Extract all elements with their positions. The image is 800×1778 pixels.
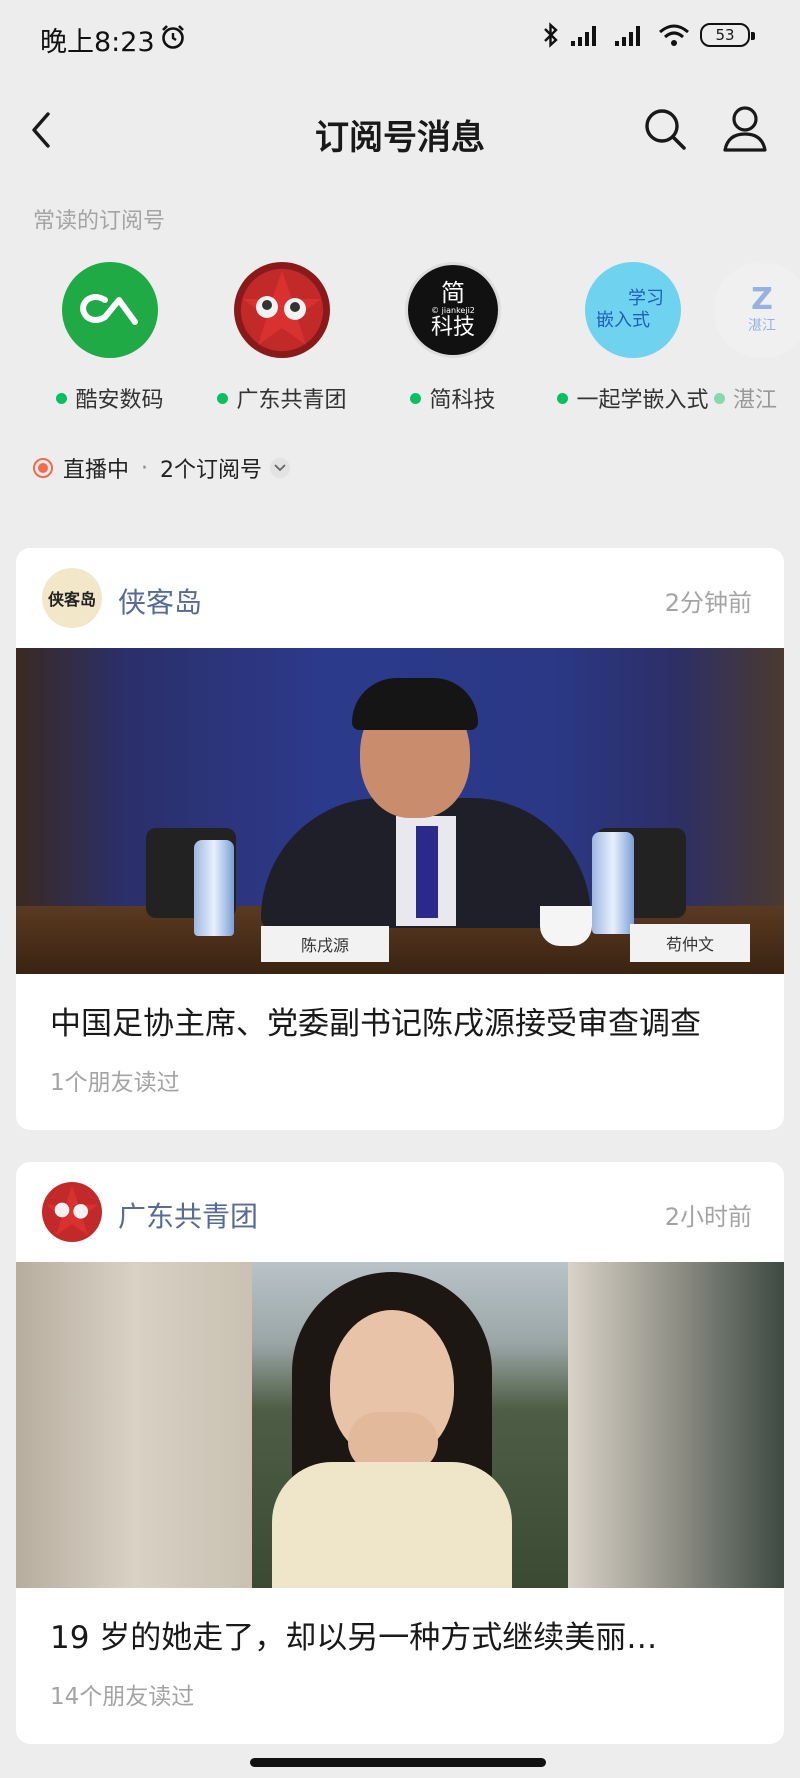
online-dot <box>56 392 68 404</box>
blurred-right-panel <box>568 1262 784 1588</box>
frequent-item-gdgqt[interactable]: 广东共青团 <box>197 262 367 414</box>
signal-icon <box>571 26 596 46</box>
online-dot <box>714 392 725 404</box>
avatar-sub: 湛江 <box>748 318 776 334</box>
avatar-text-a: 学习 <box>628 288 664 309</box>
frequent-item-embedded[interactable]: 学习 嵌入式 一起学嵌入式 <box>548 262 718 414</box>
status-right: 53 <box>542 22 755 48</box>
article-title[interactable]: 中国足协主席、党委副书记陈戌源接受审查调查 <box>50 998 752 1043</box>
account-name: 一起学嵌入式 <box>576 388 709 413</box>
article-title[interactable]: 19 岁的她走了，却以另一种方式继续美丽… <box>50 1612 752 1657</box>
avatar: 学习 嵌入式 <box>585 262 681 358</box>
avatar <box>62 262 158 358</box>
nav-bar: 订阅号消息 <box>0 80 800 180</box>
nameplate: 陈戌源 <box>261 926 389 962</box>
bluetooth-icon <box>544 22 558 48</box>
battery-indicator: 53 <box>700 23 755 47</box>
avatar[interactable]: 侠客岛 <box>42 568 102 628</box>
live-status-row[interactable]: 直播中 · 2个订阅号 <box>33 452 291 484</box>
article-card[interactable]: 广东共青团 2小时前 19 岁的她走了，却以另一种方式继续美丽… 14个朋友读过 <box>16 1162 784 1744</box>
user-icon[interactable] <box>722 104 768 154</box>
frequent-item-jiankeji[interactable]: 简 © jiankeji2 科技 简科技 <box>368 262 538 414</box>
frequent-label: 常读的订阅号 <box>33 209 166 234</box>
avatar: 简 © jiankeji2 科技 <box>405 262 501 358</box>
alarm-icon <box>162 25 184 49</box>
avatar: Z 湛江 <box>714 262 800 358</box>
person-hair <box>352 678 478 730</box>
article-card[interactable]: 侠客岛 侠客岛 2分钟前 陈戌源 苟仲文 中国足协主席、党委副书记陈戌源接受审查… <box>16 548 784 1130</box>
online-dot <box>410 392 422 404</box>
avatar-text-b: 嵌入式 <box>596 310 650 331</box>
water-bottle <box>194 840 234 936</box>
coolapk-logo-icon <box>80 294 138 325</box>
photo-center <box>252 1262 568 1588</box>
youth-league-logo-icon <box>243 271 321 345</box>
separator: · <box>141 455 149 481</box>
post-time: 2小时前 <box>664 1203 752 1231</box>
avatar-text: Z <box>751 282 773 317</box>
card-header: 广东共青团 2小时前 <box>16 1162 784 1262</box>
account-name[interactable]: 广东共青团 <box>118 1195 258 1235</box>
account-name: 广东共青团 <box>236 388 347 413</box>
chevron-down-icon <box>270 458 291 478</box>
online-dot <box>217 392 229 404</box>
account-name: 湛江 <box>733 388 778 413</box>
nameplate-text: 陈戌源 <box>300 936 349 955</box>
frequent-accounts: 酷安数码 广东共青团 简 © jiankeji2 科技 简科技 学习 嵌入式 一… <box>0 262 800 422</box>
signal-icon-2 <box>615 26 640 46</box>
friends-read: 1个朋友读过 <box>50 1070 180 1096</box>
account-name[interactable]: 侠客岛 <box>118 581 202 621</box>
status-time: 晚上8:23 <box>40 27 155 58</box>
blurred-left-panel <box>16 1262 252 1588</box>
frequent-item-zhanjiang[interactable]: Z 湛江 湛江 <box>714 262 800 414</box>
avatar-text-bottom: 科技 <box>430 315 475 340</box>
account-name: 简科技 <box>429 388 496 413</box>
avatar-text: 侠客岛 <box>47 590 96 609</box>
live-icon <box>33 458 53 478</box>
nameplate-text: 苟仲文 <box>665 935 714 954</box>
nameplate: 苟仲文 <box>630 924 750 962</box>
wifi-icon <box>659 24 689 46</box>
teacup <box>540 906 592 946</box>
friends-read: 14个朋友读过 <box>50 1684 195 1710</box>
person-scarf <box>272 1462 512 1588</box>
avatar-text-top: 简 <box>441 279 465 307</box>
avatar <box>234 262 330 358</box>
article-cover-image <box>16 1262 784 1588</box>
home-indicator[interactable] <box>250 1758 546 1767</box>
post-time: 2分钟前 <box>664 589 752 617</box>
status-bar: 晚上8:23 53 <box>0 0 800 80</box>
article-cover-image: 陈戌源 苟仲文 <box>16 648 784 974</box>
water-bottle <box>592 832 634 934</box>
card-header: 侠客岛 侠客岛 2分钟前 <box>16 548 784 648</box>
account-name: 酷安数码 <box>75 388 164 413</box>
search-icon[interactable] <box>642 106 688 152</box>
frequent-item-kuan[interactable]: 酷安数码 <box>25 262 195 414</box>
live-count: 2个订阅号 <box>160 458 263 483</box>
youth-league-logo-icon <box>46 1186 98 1236</box>
person-tie <box>416 826 438 918</box>
online-dot <box>557 392 569 404</box>
avatar[interactable] <box>42 1182 102 1242</box>
battery-level: 53 <box>715 26 735 44</box>
live-label: 直播中 <box>63 458 130 483</box>
